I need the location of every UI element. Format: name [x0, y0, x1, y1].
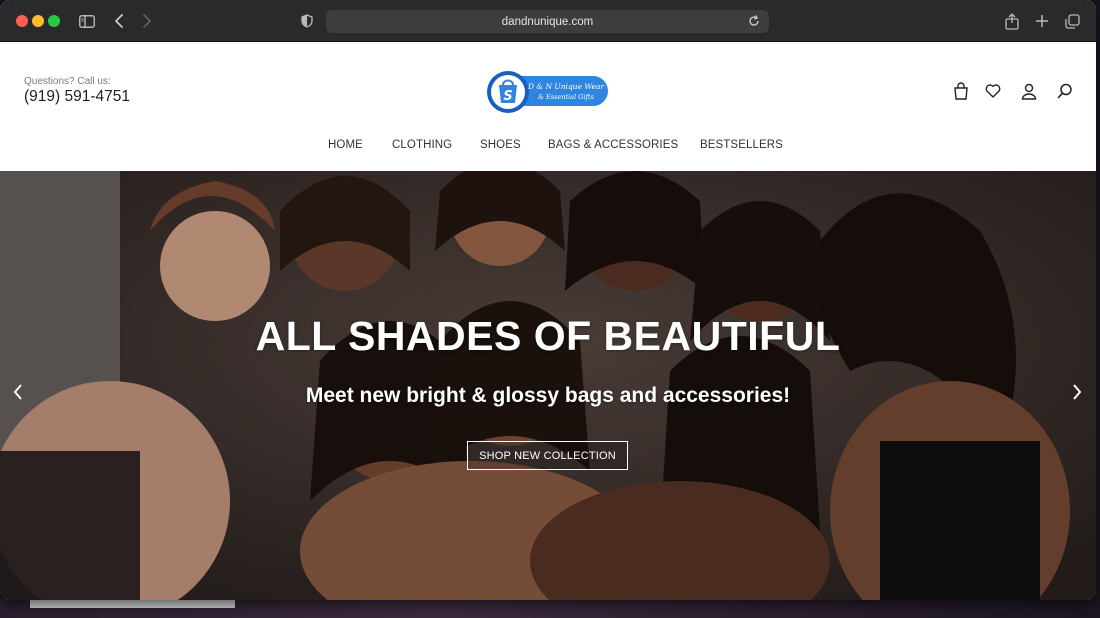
zoom-window-button[interactable]: [48, 15, 60, 27]
logo-line1: D & N Unique Wear: [527, 82, 604, 91]
minimize-window-button[interactable]: [32, 15, 44, 27]
nav-item-shoes[interactable]: SHOES: [480, 139, 521, 151]
close-window-button[interactable]: [16, 15, 28, 27]
contact-phone[interactable]: (919) 591-4751: [24, 88, 130, 106]
nav-item-bestsellers[interactable]: BESTSELLERS: [700, 139, 783, 151]
shop-new-collection-button[interactable]: SHOP NEW COLLECTION: [467, 441, 628, 470]
desktop-background: [0, 598, 1100, 618]
hero-subtitle: Meet new bright & glossy bags and access…: [305, 384, 791, 407]
hero-title: ALL SHADES OF BEAUTIFUL: [255, 313, 841, 359]
logo-line2: & Essential Gifts: [538, 93, 594, 101]
chevron-right-icon[interactable]: [1069, 381, 1085, 403]
browser-window: dandnunique.com Questions? Call us: (919…: [0, 0, 1096, 600]
site-header: Questions? Call us: (919) 591-4751 S D &…: [0, 43, 1096, 171]
nav-item-bags-accessories[interactable]: BAGS & ACCESSORIES: [548, 139, 678, 151]
share-icon[interactable]: [1002, 10, 1022, 32]
svg-text:S: S: [503, 89, 512, 104]
contact-label: Questions? Call us:: [24, 76, 111, 87]
chevron-left-icon[interactable]: [110, 10, 128, 32]
heart-icon[interactable]: [985, 82, 1001, 100]
shield-icon[interactable]: [299, 10, 315, 32]
hero-banner: ALL SHADES OF BEAUTIFUL Meet new bright …: [0, 171, 1096, 600]
sidebar-icon[interactable]: [77, 10, 97, 32]
url-text: dandnunique.com: [501, 15, 594, 28]
chevron-left-icon[interactable]: [10, 381, 26, 403]
browser-toolbar: dandnunique.com: [0, 0, 1096, 42]
site-logo[interactable]: S D & N Unique Wear & Essential Gifts: [486, 70, 610, 114]
reload-icon[interactable]: [747, 14, 761, 28]
tabs-icon[interactable]: [1062, 10, 1082, 32]
address-bar[interactable]: dandnunique.com: [326, 10, 769, 33]
cart-icon[interactable]: [953, 82, 969, 100]
nav-item-clothing[interactable]: CLOTHING: [392, 139, 452, 151]
chevron-right-icon[interactable]: [138, 10, 156, 32]
nav-item-home[interactable]: HOME: [328, 139, 363, 151]
user-icon[interactable]: [1021, 82, 1037, 100]
search-icon[interactable]: [1057, 82, 1073, 100]
plus-icon[interactable]: [1032, 10, 1052, 32]
main-nav: HOME CLOTHING SHOES BAGS & ACCESSORIES B…: [0, 139, 1096, 157]
